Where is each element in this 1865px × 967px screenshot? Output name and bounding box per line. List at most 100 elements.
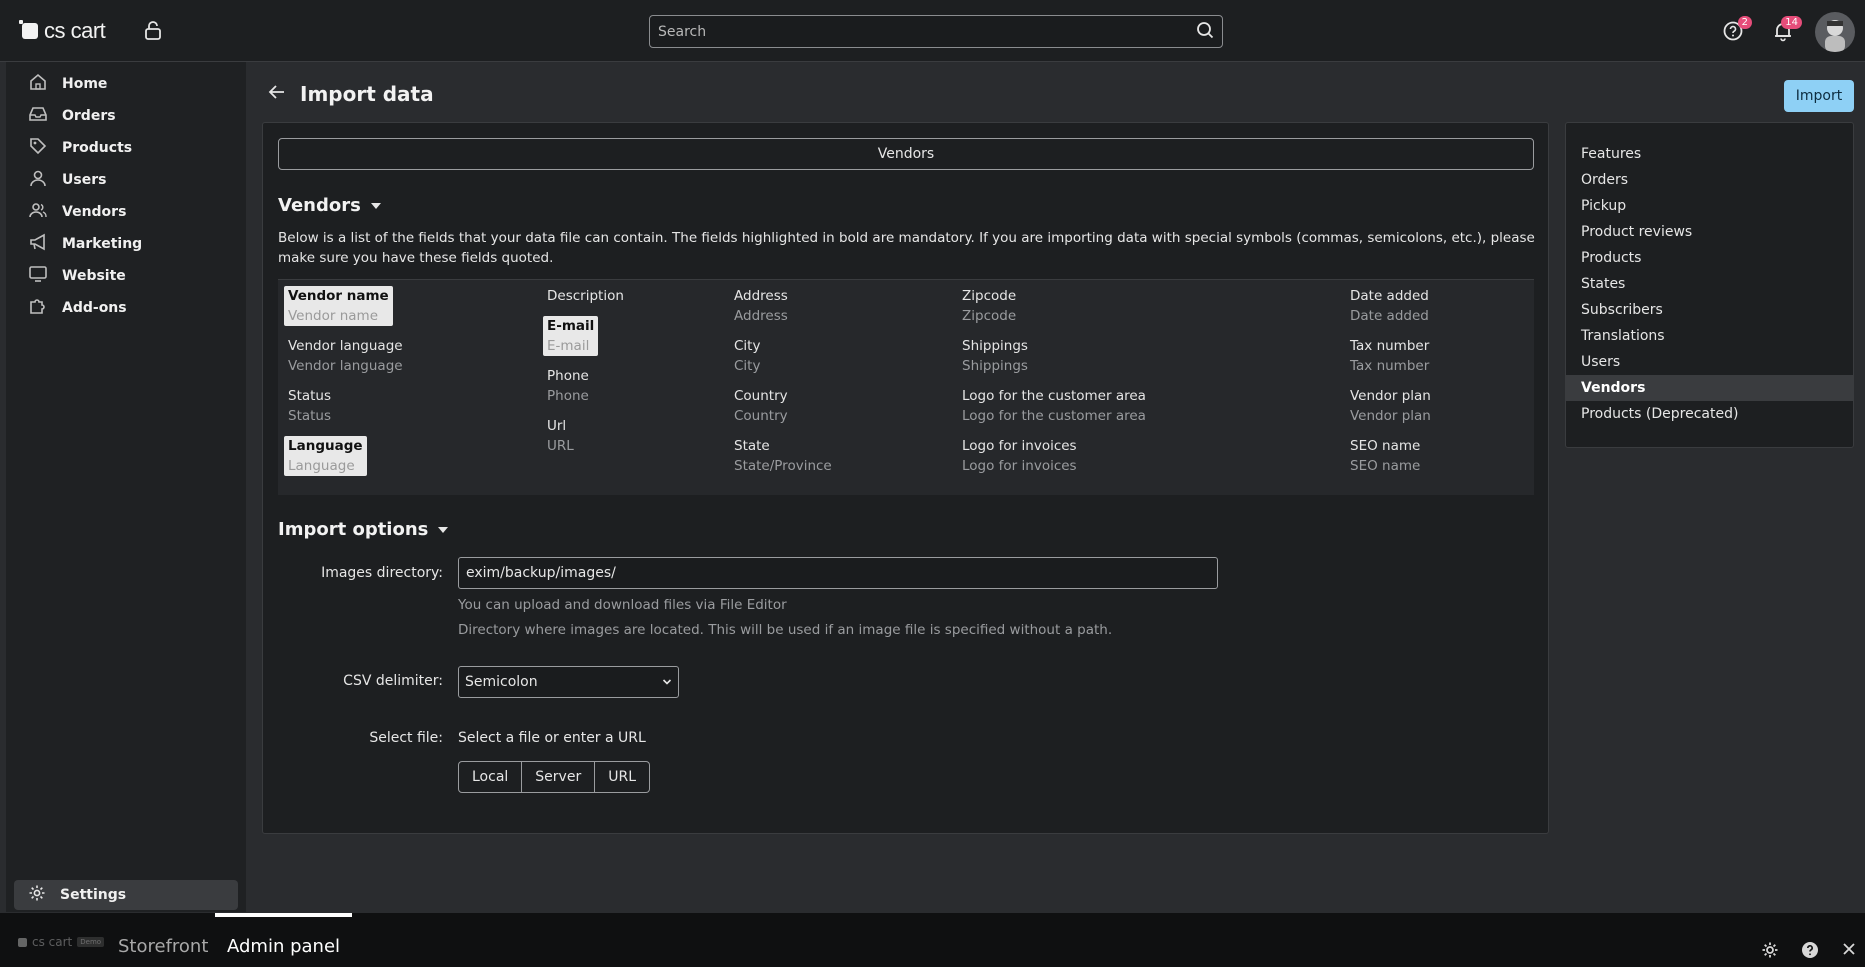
side-link-subscribers[interactable]: Subscribers: [1566, 297, 1853, 323]
field-logo-customer-area: Logo for the customer area Logo for the c…: [962, 388, 1146, 424]
side-link-states[interactable]: States: [1566, 271, 1853, 297]
sidebar-item-settings[interactable]: Settings: [14, 880, 238, 910]
csv-delimiter-select[interactable]: Semicolon: [458, 666, 679, 698]
sidebar-item-vendors[interactable]: Vendors: [6, 196, 246, 228]
logo-mark: [18, 937, 27, 947]
back-arrow-icon[interactable]: [268, 84, 286, 104]
local-file-button[interactable]: Local: [458, 761, 523, 793]
sidebar-item-label: Orders: [62, 108, 116, 124]
field-description: Description: [547, 288, 624, 304]
unlock-icon[interactable]: [144, 21, 162, 45]
side-link-products-deprecated[interactable]: Products (Deprecated): [1566, 401, 1853, 427]
file-source-buttons: Local Server URL: [458, 761, 650, 793]
bell-icon[interactable]: 14: [1772, 16, 1802, 46]
side-link-product-reviews[interactable]: Product reviews: [1566, 219, 1853, 245]
sidebar-item-addons[interactable]: Add-ons: [6, 292, 246, 324]
sidebar-item-products[interactable]: Products: [6, 132, 246, 164]
tab-admin-panel[interactable]: Admin panel: [214, 913, 353, 967]
sidebar-item-orders[interactable]: Orders: [6, 100, 246, 132]
side-link-users[interactable]: Users: [1566, 349, 1853, 375]
section-selector[interactable]: Vendors: [278, 138, 1534, 170]
search-icon[interactable]: [1196, 21, 1214, 43]
sidebar-item-label: Home: [62, 76, 108, 92]
field-seo-name: SEO name SEO name: [1350, 438, 1421, 474]
bottom-logo-text: cs cart: [32, 935, 73, 949]
search-box[interactable]: [649, 15, 1223, 48]
field-email: E-mail E-mail: [543, 316, 599, 356]
sidebar-item-home[interactable]: Home: [6, 68, 246, 100]
main-panel: Vendors Vendors Below is a list of the f…: [262, 122, 1549, 834]
fields-list: Vendor name Vendor name Vendor language Ve…: [278, 279, 1534, 495]
import-sections-panel: Features Orders Pickup Product reviews P…: [1565, 122, 1854, 448]
logo-mark: [19, 20, 38, 39]
cs-cart-logo[interactable]: cs cart: [19, 18, 106, 44]
sidebar-item-label: Website: [62, 268, 126, 284]
puzzle-icon: [28, 296, 48, 320]
csv-delimiter-label: CSV delimiter:: [343, 673, 443, 689]
csv-delimiter-value: Semicolon: [465, 674, 538, 690]
avatar[interactable]: [1815, 12, 1855, 52]
field-vendor-language: Vendor language Vendor language: [288, 338, 403, 374]
field-tax-number: Tax number Tax number: [1350, 338, 1430, 374]
sidebar-item-label: Users: [62, 172, 107, 188]
settings-label: Settings: [60, 887, 127, 903]
page-title-row: Import data: [268, 82, 434, 106]
section-heading: Vendors: [278, 195, 361, 216]
side-link-orders[interactable]: Orders: [1566, 167, 1853, 193]
sidebar-item-users[interactable]: Users: [6, 164, 246, 196]
select-file-label: Select file:: [369, 730, 443, 746]
side-link-vendors[interactable]: Vendors: [1566, 375, 1853, 401]
fields-description: Below is a list of the fields that your …: [278, 230, 1535, 266]
select-file-hint: Select a file or enter a URL: [458, 730, 646, 746]
images-directory-input[interactable]: [458, 557, 1218, 589]
side-link-products[interactable]: Products: [1566, 245, 1853, 271]
gear-icon[interactable]: [1761, 941, 1779, 963]
field-phone: Phone Phone: [547, 368, 589, 404]
caret-down-icon: [370, 202, 381, 209]
demo-badge: Demo: [77, 937, 105, 947]
field-url: Url URL: [547, 418, 574, 454]
vendors-section-toggle[interactable]: Vendors: [278, 195, 381, 216]
help-icon[interactable]: 2: [1722, 16, 1752, 46]
field-zipcode: Zipcode Zipcode: [962, 288, 1017, 324]
close-icon[interactable]: [1841, 941, 1857, 961]
inbox-icon: [28, 104, 48, 128]
side-link-pickup[interactable]: Pickup: [1566, 193, 1853, 219]
field-date-added: Date added Date added: [1350, 288, 1429, 324]
url-file-button[interactable]: URL: [595, 761, 650, 793]
import-options-toggle[interactable]: Import options: [278, 519, 449, 540]
help-badge: 2: [1737, 16, 1752, 29]
import-button[interactable]: Import: [1784, 80, 1854, 112]
sidebar-item-label: Products: [62, 140, 133, 156]
field-address: Address Address: [734, 288, 788, 324]
field-shippings: Shippings Shippings: [962, 338, 1028, 374]
images-help-file-editor[interactable]: You can upload and download files via Fi…: [458, 597, 787, 613]
tag-icon: [28, 136, 48, 160]
field-city: City City: [734, 338, 761, 374]
sidebar: Home Orders Products Users Vendors Marke…: [6, 62, 246, 912]
images-directory-label: Images directory:: [321, 565, 443, 581]
field-language: Language Language: [284, 436, 367, 476]
field-vendor-name: Vendor name Vendor name: [284, 286, 393, 326]
users-icon: [28, 200, 48, 224]
field-vendor-plan: Vendor plan Vendor plan: [1350, 388, 1431, 424]
search-input[interactable]: [658, 23, 1196, 40]
bottom-bar: cs cart Demo Storefront Admin panel: [0, 912, 1865, 967]
sidebar-item-marketing[interactable]: Marketing: [6, 228, 246, 260]
notifications-badge: 14: [1781, 16, 1802, 29]
sidebar-item-label: Marketing: [62, 236, 143, 252]
images-help-directory: Directory where images are located. This…: [458, 622, 1113, 638]
field-country: Country Country: [734, 388, 788, 424]
sidebar-item-website[interactable]: Website: [6, 260, 246, 292]
tab-storefront[interactable]: Storefront: [118, 927, 208, 967]
help-circle-icon[interactable]: [1801, 941, 1819, 963]
field-logo-invoices: Logo for invoices Logo for invoices: [962, 438, 1077, 474]
bottom-logo: cs cart Demo: [18, 935, 105, 949]
server-file-button[interactable]: Server: [522, 761, 596, 793]
caret-down-icon: [438, 526, 449, 533]
sidebar-item-label: Vendors: [62, 204, 127, 220]
side-link-translations[interactable]: Translations: [1566, 323, 1853, 349]
field-status: Status Status: [288, 388, 332, 424]
field-state: State State/Province: [734, 438, 832, 474]
side-link-features[interactable]: Features: [1566, 141, 1853, 167]
